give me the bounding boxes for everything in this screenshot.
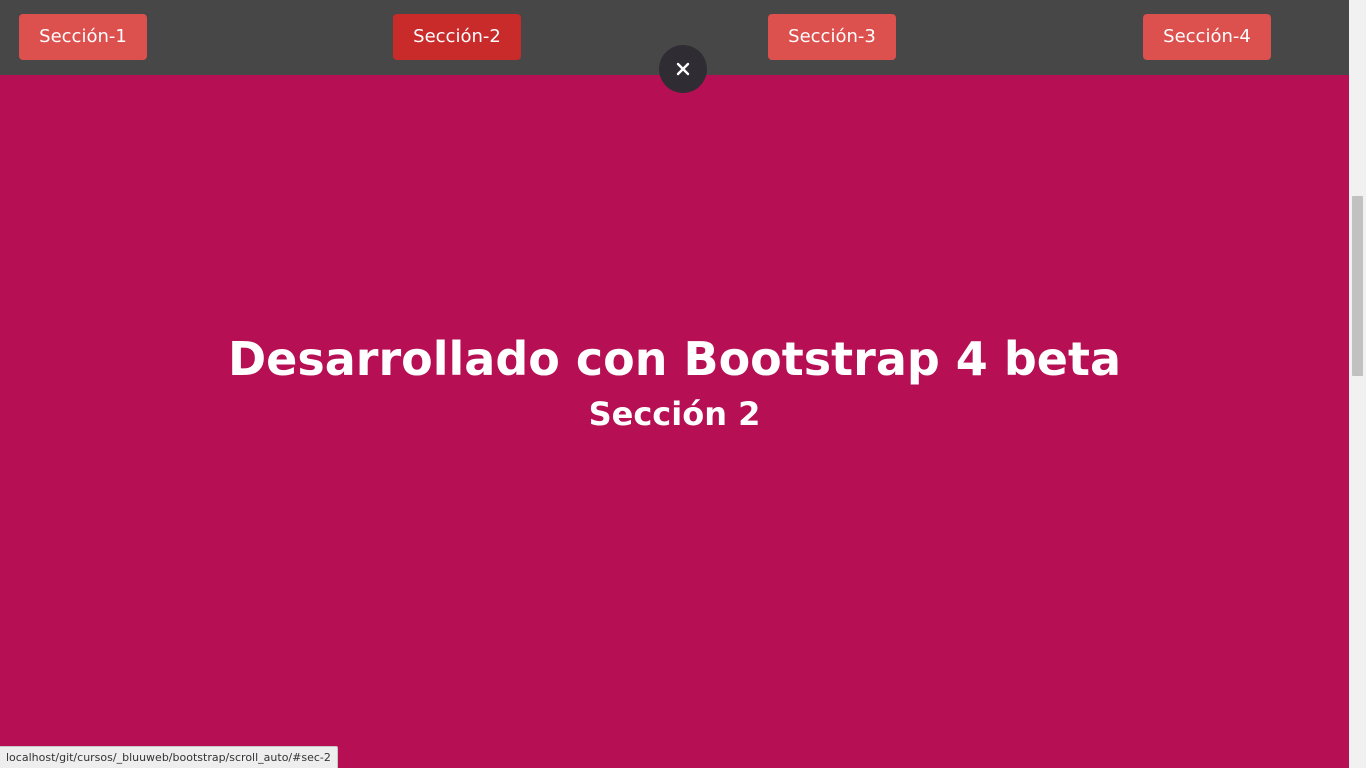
hero-subtitle: Sección 2 bbox=[588, 395, 761, 433]
scrollbar-thumb[interactable] bbox=[1352, 196, 1363, 376]
hero-title: Desarrollado con Bootstrap 4 beta bbox=[227, 332, 1121, 386]
nav-button-seccion-2[interactable]: Sección-2 bbox=[393, 14, 521, 60]
nav-button-seccion-3[interactable]: Sección-3 bbox=[768, 14, 896, 60]
browser-viewport: Sección-1 Sección-2 Sección-3 Sección-4 … bbox=[0, 0, 1366, 768]
close-icon bbox=[676, 62, 690, 76]
vertical-scrollbar[interactable] bbox=[1349, 0, 1366, 768]
nav-button-seccion-4[interactable]: Sección-4 bbox=[1143, 14, 1271, 60]
nav-button-seccion-1[interactable]: Sección-1 bbox=[19, 14, 147, 60]
status-bar-url: localhost/git/cursos/_bluuweb/bootstrap/… bbox=[0, 746, 338, 768]
close-menu-button[interactable] bbox=[659, 45, 707, 93]
section-2: Desarrollado con Bootstrap 4 beta Secció… bbox=[0, 75, 1349, 768]
